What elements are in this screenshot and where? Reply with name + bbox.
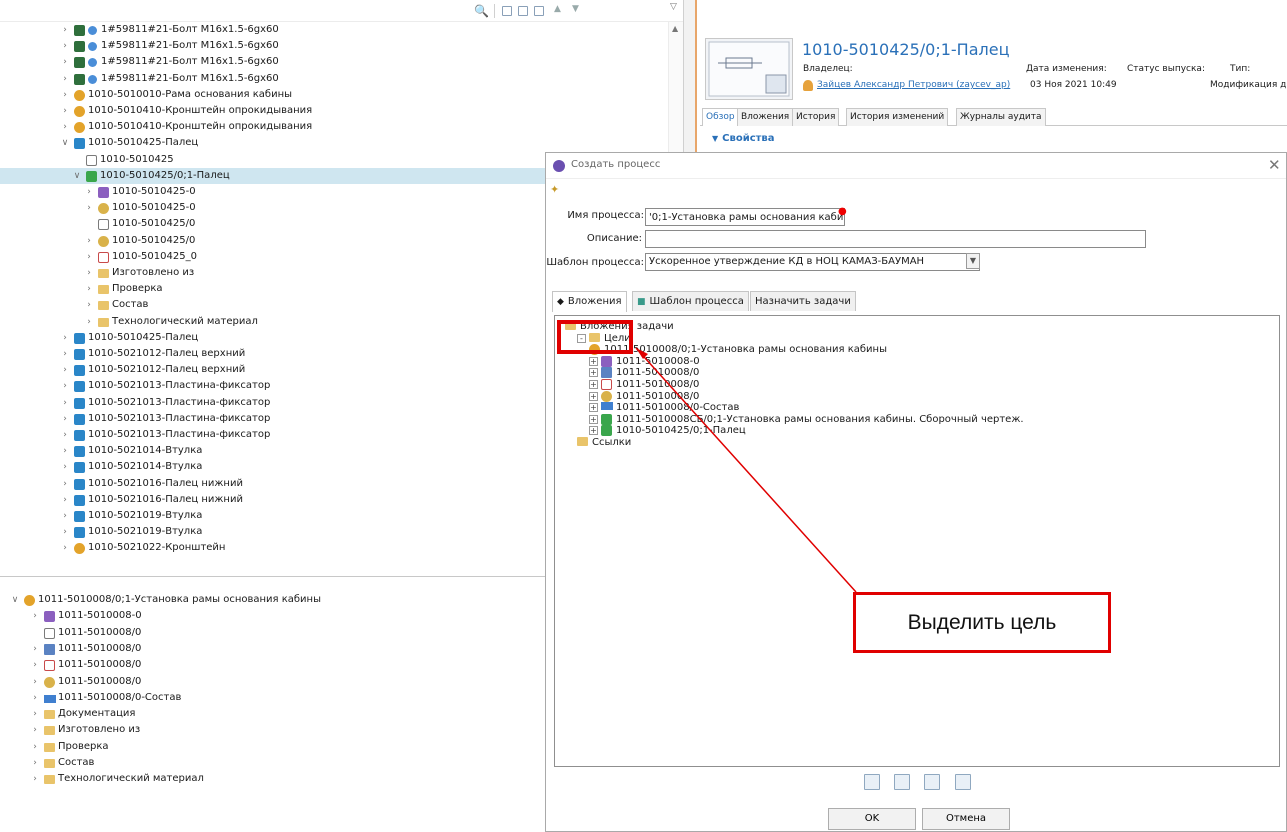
callout-arrow <box>635 347 857 593</box>
callout-box: Выделить цель <box>853 592 1111 653</box>
